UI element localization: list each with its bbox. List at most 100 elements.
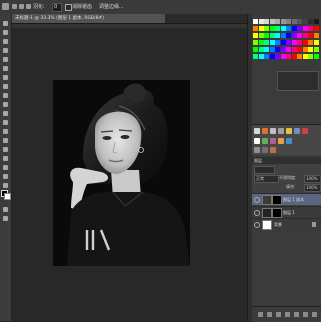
black-white-icon[interactable] <box>254 138 260 144</box>
swatch-color[interactable] <box>302 26 308 31</box>
swatch-color[interactable] <box>258 54 264 59</box>
swatch-color[interactable] <box>313 47 319 52</box>
swatch-color[interactable] <box>302 47 308 52</box>
swatch-color[interactable] <box>313 40 319 45</box>
swatch-color[interactable] <box>253 26 258 31</box>
brush-icon[interactable] <box>2 83 9 90</box>
swatch-color[interactable] <box>302 19 308 24</box>
layer-row[interactable]: 图层 1 <box>252 206 321 218</box>
swatch-color[interactable] <box>302 40 308 45</box>
swatch-color[interactable] <box>280 47 286 52</box>
swatch-color[interactable] <box>308 54 313 59</box>
swatch-color[interactable] <box>291 26 297 31</box>
swatch-color[interactable] <box>280 40 286 45</box>
swatch-color[interactable] <box>253 40 258 45</box>
blend-mode-select[interactable]: 正常 <box>254 175 279 183</box>
swatch-color[interactable] <box>258 47 264 52</box>
swatch-color[interactable] <box>313 54 319 59</box>
swatch-color[interactable] <box>297 26 302 31</box>
swatch-color[interactable] <box>275 26 280 31</box>
swatch-color[interactable] <box>258 26 264 31</box>
tool-preset-icon[interactable] <box>2 3 9 10</box>
layer-mask-thumbnail[interactable] <box>272 208 282 218</box>
shape-icon[interactable] <box>2 173 9 180</box>
layer-row-selected[interactable]: 图层 1 副本 <box>252 193 321 205</box>
swatch-color[interactable] <box>264 54 269 59</box>
gradient-icon[interactable] <box>2 119 9 126</box>
swatch-color[interactable] <box>280 19 286 24</box>
swatch-color[interactable] <box>275 33 280 38</box>
swatch-color[interactable] <box>286 54 291 59</box>
layer-filter-select[interactable] <box>254 166 275 174</box>
swatch-color[interactable] <box>269 19 275 24</box>
add-mask-icon[interactable] <box>276 312 281 317</box>
channel-mixer-icon[interactable] <box>270 138 276 144</box>
screen-mode-icon[interactable] <box>2 215 9 222</box>
swatch-color[interactable] <box>269 47 275 52</box>
history-brush-icon[interactable] <box>2 101 9 108</box>
swatch-color[interactable] <box>308 33 313 38</box>
invert-icon[interactable] <box>286 138 292 144</box>
threshold-icon[interactable] <box>262 147 268 153</box>
swatch-color[interactable] <box>269 54 275 59</box>
panel-preview-area[interactable] <box>277 71 319 91</box>
quick-select-icon[interactable] <box>2 47 9 54</box>
healing-icon[interactable] <box>2 74 9 81</box>
layer-mask-thumbnail[interactable] <box>272 195 282 205</box>
background-color-swatch[interactable] <box>4 193 11 200</box>
selection-mode-icon[interactable] <box>12 4 17 9</box>
swatch-color[interactable] <box>302 33 308 38</box>
swatch-color[interactable] <box>280 54 286 59</box>
type-icon[interactable] <box>2 155 9 162</box>
swatch-color[interactable] <box>258 19 264 24</box>
dodge-icon[interactable] <box>2 137 9 144</box>
swatch-color[interactable] <box>269 33 275 38</box>
color-lookup-icon[interactable] <box>278 138 284 144</box>
layers-tab[interactable]: 图层 <box>254 157 262 164</box>
path-select-icon[interactable] <box>2 164 9 171</box>
opacity-input[interactable]: 100% <box>304 175 321 183</box>
swatch-color[interactable] <box>280 26 286 31</box>
stamp-icon[interactable] <box>2 92 9 99</box>
hand-icon[interactable] <box>2 182 9 189</box>
feather-input[interactable]: 0 <box>52 3 62 12</box>
eyedropper-icon[interactable] <box>2 65 9 72</box>
swatch-color[interactable] <box>275 19 280 24</box>
swatch-color[interactable] <box>264 19 269 24</box>
swatch-color[interactable] <box>286 19 291 24</box>
swatch-color[interactable] <box>286 47 291 52</box>
swatch-color[interactable] <box>313 33 319 38</box>
add-selection-icon[interactable] <box>19 4 24 9</box>
swatch-color[interactable] <box>258 40 264 45</box>
swatch-color[interactable] <box>275 47 280 52</box>
color-balance-icon[interactable] <box>302 128 308 134</box>
swatch-color[interactable] <box>291 33 297 38</box>
swatch-color[interactable] <box>275 54 280 59</box>
levels-icon[interactable] <box>262 128 268 134</box>
quick-mask-icon[interactable] <box>2 206 9 213</box>
pen-icon[interactable] <box>2 146 9 153</box>
swatch-color[interactable] <box>297 33 302 38</box>
antialias-checkbox[interactable] <box>65 4 72 11</box>
swatch-color[interactable] <box>308 47 313 52</box>
swatch-color[interactable] <box>308 19 313 24</box>
swatch-color[interactable] <box>286 26 291 31</box>
swatch-color[interactable] <box>291 19 297 24</box>
crop-icon[interactable] <box>2 56 9 63</box>
swatch-color[interactable] <box>264 33 269 38</box>
eye-icon[interactable] <box>254 197 260 203</box>
swatch-color[interactable] <box>269 26 275 31</box>
layer-style-icon[interactable] <box>267 312 272 317</box>
swatch-color[interactable] <box>269 40 275 45</box>
swatch-color[interactable] <box>297 40 302 45</box>
swatch-color[interactable] <box>264 26 269 31</box>
brightness-icon[interactable] <box>254 128 260 134</box>
eye-icon[interactable] <box>254 222 260 228</box>
swatch-color[interactable] <box>291 47 297 52</box>
swatch-color[interactable] <box>308 40 313 45</box>
swatch-color[interactable] <box>253 19 258 24</box>
swatch-color[interactable] <box>313 19 319 24</box>
swatch-color[interactable] <box>253 33 258 38</box>
swatch-color[interactable] <box>258 33 264 38</box>
marquee-icon[interactable] <box>2 29 9 36</box>
